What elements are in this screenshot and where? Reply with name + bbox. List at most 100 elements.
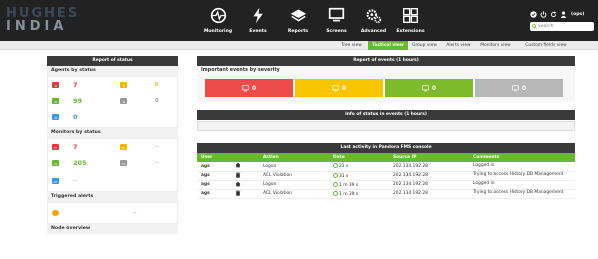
nav-monitoring[interactable]: Monitoring [198, 4, 238, 40]
monitor-normal-icon: ▭ [52, 160, 59, 166]
agents-critical[interactable]: ◂ 7 [52, 79, 78, 91]
agents-normal[interactable]: ◂ 99 [52, 95, 82, 107]
severity-warning-count: 0 [341, 84, 347, 92]
table-row[interactable]: ags ACL Violation 1 m 39 s 202.134.192.2… [197, 189, 575, 199]
table-row[interactable]: ags Logon 1 m 39 s 202.134.192.28 Logged… [197, 180, 575, 190]
alerts-section: -- [47, 202, 178, 224]
row-ip: 202.134.192.28 [389, 162, 469, 172]
nav-label: Monitoring [203, 29, 233, 34]
severity-critical-box[interactable]: 0 [205, 79, 293, 97]
row-action: ACL Violation [259, 171, 329, 181]
table-row[interactable]: ags Logon 21 s 202.134.192.28 Logged in [197, 162, 575, 172]
row-icon-cell [231, 189, 259, 199]
alerts-stat[interactable]: -- [52, 207, 137, 219]
monitors-unknown-count: -- [155, 160, 159, 166]
nav-reports[interactable]: Reports [278, 4, 318, 40]
nav-label: Advanced [360, 29, 387, 34]
table-header-row: User Action Date Source IP Comments [197, 153, 575, 162]
row-ip: 202.134.192.28 [389, 180, 469, 190]
monitors-title: Monitors by status [47, 128, 178, 138]
tab-tactical-view[interactable]: Tactical view [368, 41, 408, 50]
nav-events[interactable]: Events [238, 4, 278, 40]
monitors-normal[interactable]: ▭ 205 [52, 157, 87, 169]
row-date: 21 s [339, 164, 349, 170]
user-icon[interactable] [560, 11, 567, 18]
brand-line2: INDIA [6, 19, 68, 34]
row-comment-cell: Logged in [469, 162, 575, 172]
row-date: 31 s [339, 173, 349, 179]
monitors-critical[interactable]: ▭ 7 [52, 141, 78, 153]
row-action: Logon [259, 180, 329, 190]
power-icon[interactable] [540, 11, 547, 18]
col-comments: Comments [469, 153, 575, 162]
tab-tree-view[interactable]: Tree view [337, 41, 366, 50]
agent-unknown-icon: ◂ [120, 98, 127, 104]
agents-normal-count: 99 [73, 97, 83, 105]
row-icon-cell [231, 180, 259, 190]
agent-normal-icon: ◂ [52, 98, 59, 104]
monitors-section: ▭ 7 ▭ -- ▭ 205 ▭ -- ▭ -- [47, 138, 178, 192]
check-circle-icon[interactable] [530, 11, 537, 18]
monitor-icon [328, 7, 345, 22]
row-ip: 202.134.192.28 [389, 189, 469, 199]
monitor-unknown-icon: ▭ [120, 160, 127, 166]
table-row[interactable]: ags ACL Violation 31 s 202.134.192.28 Tr… [197, 171, 575, 181]
status-report-header: Report of status [47, 56, 178, 66]
info-status-header: Info of status in events (1 hours) [197, 110, 575, 120]
user-label[interactable]: (ops) [571, 12, 584, 17]
nav-extensions[interactable]: Extensions [392, 4, 429, 40]
tab-monitors-view[interactable]: Monitors view [475, 41, 516, 50]
row-user: ags [197, 180, 231, 190]
row-date-cell: 1 m 39 s [329, 189, 389, 199]
col-user: User [197, 153, 231, 162]
row-comment: Trying to access History DB Management [473, 190, 564, 196]
agents-notinit[interactable]: ◂ 0 [52, 111, 78, 123]
row-icon-cell [231, 171, 259, 181]
alerts-title: Triggered alerts [47, 192, 178, 202]
monitor-icon [512, 84, 519, 91]
search-input[interactable] [538, 23, 592, 30]
monitors-unknown[interactable]: ▭ -- [120, 157, 159, 169]
nav-label: Screens [326, 29, 347, 34]
brand-logo[interactable]: HUGHES INDIA [4, 6, 96, 34]
severity-normal-box[interactable]: 0 [385, 79, 473, 97]
agents-warning[interactable]: ◂ 0 [120, 79, 158, 91]
tab-alerts-view[interactable]: Alerts view [442, 41, 475, 50]
trash-icon [235, 171, 241, 178]
monitor-critical-icon: ▭ [52, 144, 59, 150]
agents-unknown-count: 0 [155, 98, 159, 104]
agent-warning-icon: ◂ [120, 82, 127, 88]
tab-custom-fields-view[interactable]: Custom fields view [518, 41, 574, 50]
search-icon [532, 24, 537, 29]
monitors-notinit-count: -- [73, 178, 77, 184]
col-action: Action [259, 153, 329, 162]
monitors-warning[interactable]: ▭ -- [120, 141, 159, 153]
activity-header: Last activity in Pandora FMS console [197, 143, 575, 153]
monitor-warning-icon: ▭ [120, 144, 127, 150]
col-date: Date [329, 153, 389, 162]
col-icon [231, 153, 259, 162]
tab-group-view[interactable]: Group view [408, 41, 441, 50]
refresh-icon[interactable] [550, 11, 557, 18]
clock-icon [333, 172, 338, 178]
trash-icon [235, 189, 241, 196]
agents-title: Agents by status [47, 66, 178, 76]
row-date-cell: 1 m 39 s [329, 180, 389, 190]
heartbeat-icon [210, 7, 226, 24]
col-source-ip: Source IP [389, 153, 469, 162]
agents-critical-count: 7 [73, 81, 78, 89]
info-status-bar [197, 121, 575, 131]
row-action: ACL Violation [259, 189, 329, 199]
row-comment: Logged in [473, 162, 495, 168]
severity-critical-count: 0 [251, 84, 257, 92]
nav-advanced[interactable]: Advanced [355, 4, 392, 40]
severity-unknown-box[interactable]: 0 [475, 79, 563, 97]
row-user: ags [197, 162, 231, 172]
monitors-notinit[interactable]: ▭ -- [52, 175, 77, 187]
severity-warning-box[interactable]: 0 [295, 79, 383, 97]
status-report-panel: Report of status Agents by status ◂ 7 ◂ … [47, 56, 178, 259]
monitor-icon [422, 84, 429, 91]
agents-unknown[interactable]: ◂ 0 [120, 95, 158, 107]
nav-screens[interactable]: Screens [318, 4, 355, 40]
bolt-icon [252, 7, 263, 24]
